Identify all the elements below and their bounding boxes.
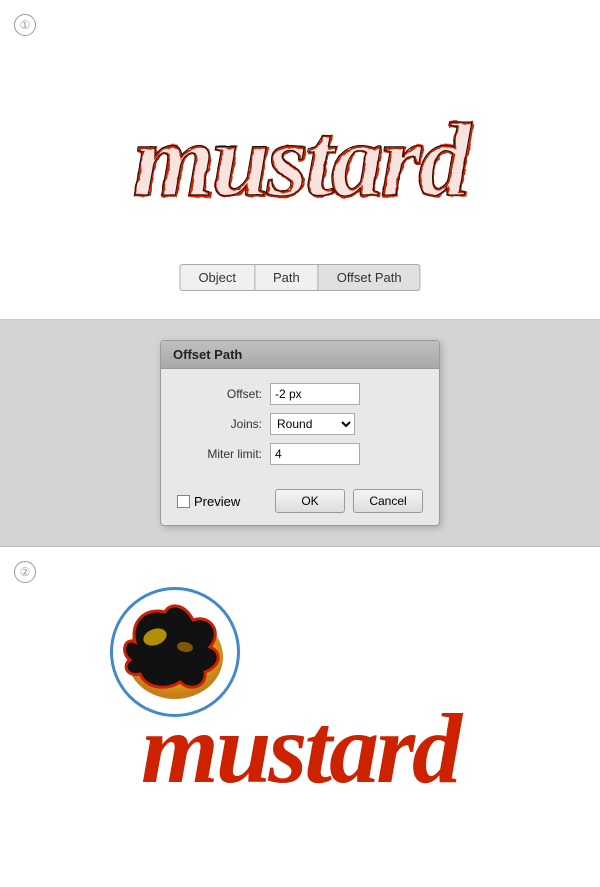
cancel-button[interactable]: Cancel — [353, 489, 423, 513]
toolbar: Object Path Offset Path — [179, 264, 420, 291]
section-2: ② — [0, 547, 600, 887]
preview-label: Preview — [194, 494, 240, 509]
miter-input[interactable] — [270, 443, 360, 465]
dialog-title: Offset Path — [161, 341, 439, 369]
offset-path-button[interactable]: Offset Path — [319, 264, 421, 291]
dialog-footer: Preview OK Cancel — [161, 483, 439, 525]
mustard-text-area-2: mustard — [0, 577, 600, 887]
miter-label: Miter limit: — [177, 447, 262, 461]
mustard-svg-1: mustard mustard mustard — [70, 50, 530, 230]
preview-check-group: Preview — [177, 494, 267, 509]
offset-path-dialog: Offset Path Offset: Joins: Miter Round B… — [160, 340, 440, 526]
offset-input[interactable] — [270, 383, 360, 405]
offset-row: Offset: — [177, 383, 423, 405]
path-button[interactable]: Path — [255, 264, 319, 291]
miter-row: Miter limit: — [177, 443, 423, 465]
mustard-text-area-1: mustard mustard mustard — [70, 50, 530, 230]
offset-label: Offset: — [177, 387, 262, 401]
joins-select-wrap: Miter Round Bevel — [270, 413, 355, 435]
dialog-section: Offset Path Offset: Joins: Miter Round B… — [0, 320, 600, 547]
joins-row: Joins: Miter Round Bevel — [177, 413, 423, 435]
step-1-number: ① — [14, 14, 36, 36]
circle-highlight — [110, 587, 240, 717]
joins-select[interactable]: Miter Round Bevel — [270, 413, 355, 435]
svg-text:mustard: mustard — [133, 101, 472, 218]
preview-checkbox[interactable] — [177, 495, 190, 508]
section-1: ① mustard mustard mustard Object Path Of… — [0, 0, 600, 320]
object-button[interactable]: Object — [179, 264, 255, 291]
ok-button[interactable]: OK — [275, 489, 345, 513]
joins-label: Joins: — [177, 417, 262, 431]
dialog-body: Offset: Joins: Miter Round Bevel Miter l… — [161, 369, 439, 483]
